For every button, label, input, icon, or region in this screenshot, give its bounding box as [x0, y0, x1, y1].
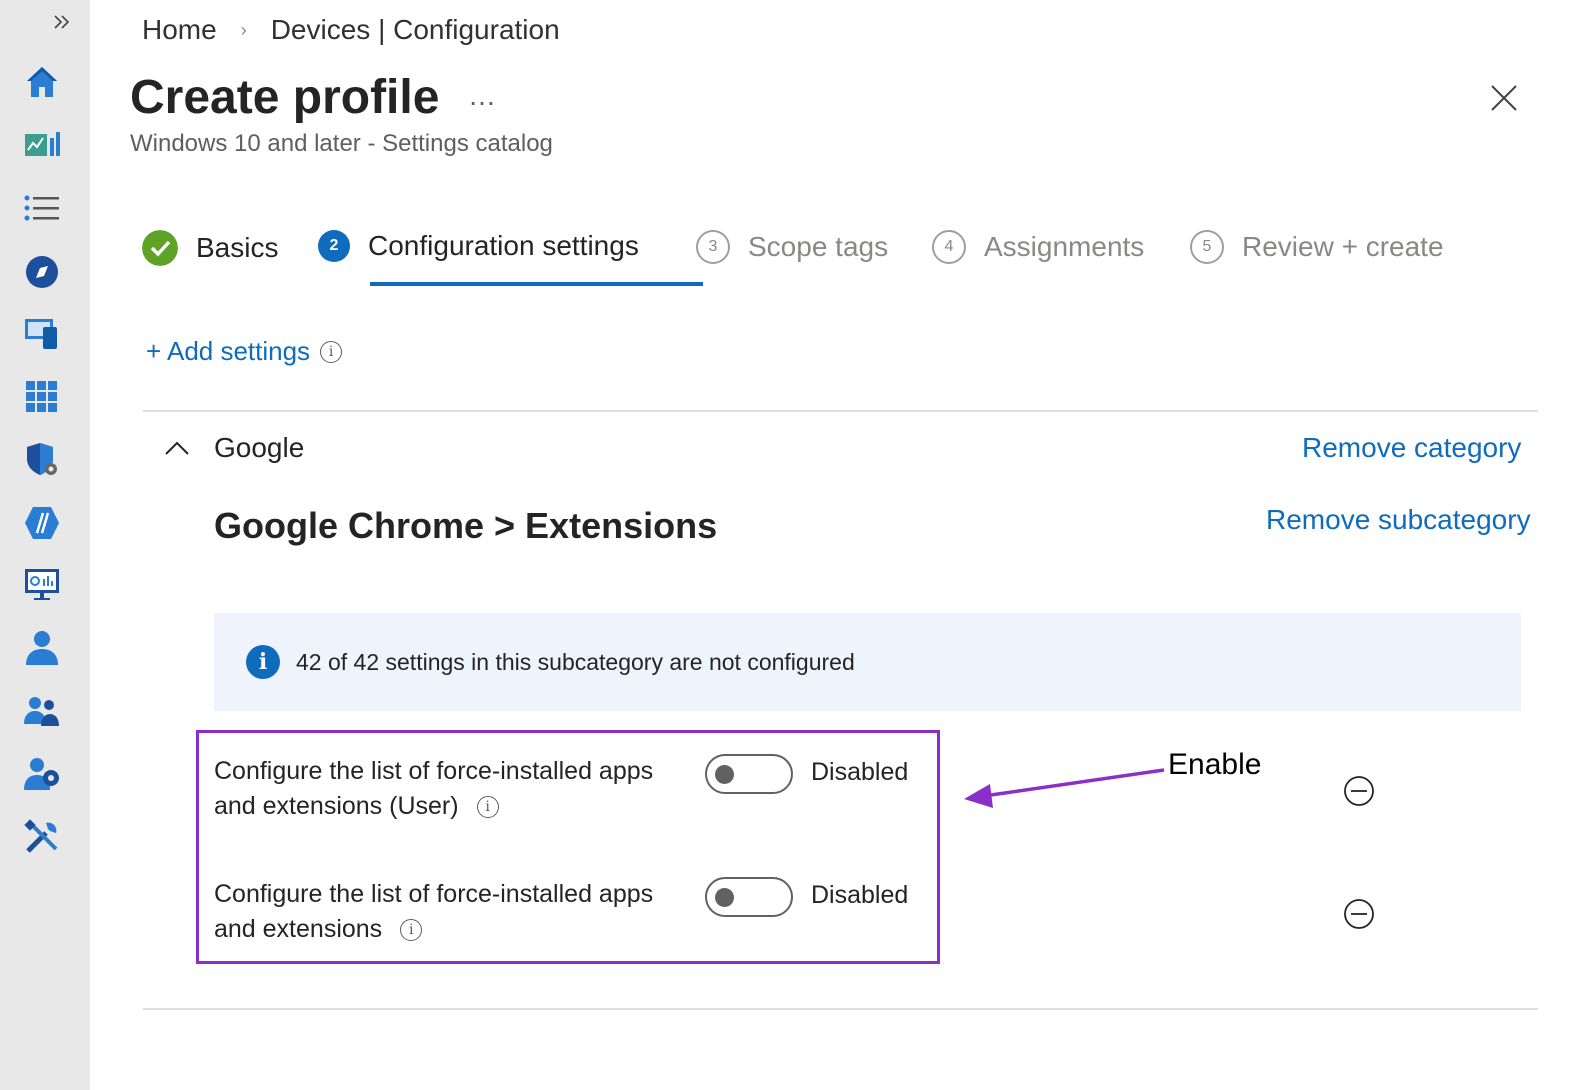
step-label: Configuration settings: [368, 230, 639, 261]
category-name: Google: [214, 432, 305, 463]
breadcrumb-devices-configuration[interactable]: Devices | Configuration: [271, 14, 560, 46]
active-step-underline: [370, 282, 703, 286]
step-number: 4: [932, 230, 966, 264]
remove-setting-icon[interactable]: [1343, 775, 1375, 807]
users-icon[interactable]: [22, 628, 62, 668]
info-filled-icon: i: [246, 645, 280, 679]
chevron-up-icon[interactable]: [162, 434, 192, 464]
info-icon[interactable]: i: [320, 340, 343, 363]
step-number: 3: [696, 230, 730, 264]
step-basics[interactable]: Basics: [142, 230, 278, 266]
divider: [143, 410, 1538, 412]
remove-setting-icon[interactable]: [1343, 898, 1375, 930]
troubleshooting-icon[interactable]: [22, 817, 62, 857]
subcategory-title: Google Chrome > Extensions: [214, 505, 718, 546]
step-label: Scope tags: [748, 231, 889, 262]
step-scope-tags[interactable]: 3 Scope tags: [696, 230, 888, 264]
breadcrumb-home[interactable]: Home: [142, 14, 217, 46]
check-circle-icon: [142, 230, 178, 266]
annotation-highlight-box: [196, 730, 940, 964]
step-label: Review + create: [1242, 231, 1444, 262]
explore-icon[interactable]: [22, 252, 62, 292]
step-label: Basics: [196, 232, 279, 263]
info-message-text: 42 of 42 settings in this subcategory ar…: [296, 648, 855, 675]
left-nav: [0, 0, 90, 1090]
remove-category-link[interactable]: Remove category: [1302, 432, 1521, 464]
expand-menu-icon[interactable]: [50, 10, 74, 34]
dashboard-icon[interactable]: [22, 125, 62, 165]
endpoint-security-icon[interactable]: [22, 440, 62, 480]
tenant-admin-icon[interactable]: [22, 754, 62, 794]
remove-subcategory-link[interactable]: Remove subcategory: [1266, 504, 1531, 536]
more-options-icon[interactable]: …: [468, 80, 498, 112]
apps-icon[interactable]: [22, 377, 62, 417]
info-message-bar: i 42 of 42 settings in this subcategory …: [214, 613, 1521, 711]
reports-icon[interactable]: [22, 503, 62, 543]
divider: [143, 1008, 1538, 1010]
add-settings-label: + Add settings: [146, 336, 311, 366]
page-title: Create profile: [130, 71, 440, 124]
all-services-icon[interactable]: [22, 188, 62, 228]
breadcrumb-separator-icon: ›: [240, 19, 247, 40]
home-icon[interactable]: [22, 62, 62, 102]
devices-icon[interactable]: [22, 313, 62, 353]
annotation-label: Enable: [1168, 748, 1262, 781]
monitor-icon[interactable]: [22, 564, 62, 604]
main-content: Home › Devices | Configuration Create pr…: [90, 0, 1596, 1090]
step-configuration-settings[interactable]: 2 Configuration settings: [318, 230, 639, 262]
step-number: 5: [1190, 230, 1224, 264]
step-number: 2: [318, 230, 350, 262]
step-review-create[interactable]: 5 Review + create: [1190, 230, 1444, 264]
step-label: Assignments: [984, 231, 1145, 262]
breadcrumb: Home › Devices | Configuration: [142, 14, 560, 46]
add-settings-link[interactable]: + Add settings i: [146, 336, 343, 367]
close-icon[interactable]: [1486, 80, 1522, 116]
page-subtitle: Windows 10 and later - Settings catalog: [130, 130, 553, 157]
step-assignments[interactable]: 4 Assignments: [932, 230, 1144, 264]
groups-icon[interactable]: [22, 691, 62, 731]
